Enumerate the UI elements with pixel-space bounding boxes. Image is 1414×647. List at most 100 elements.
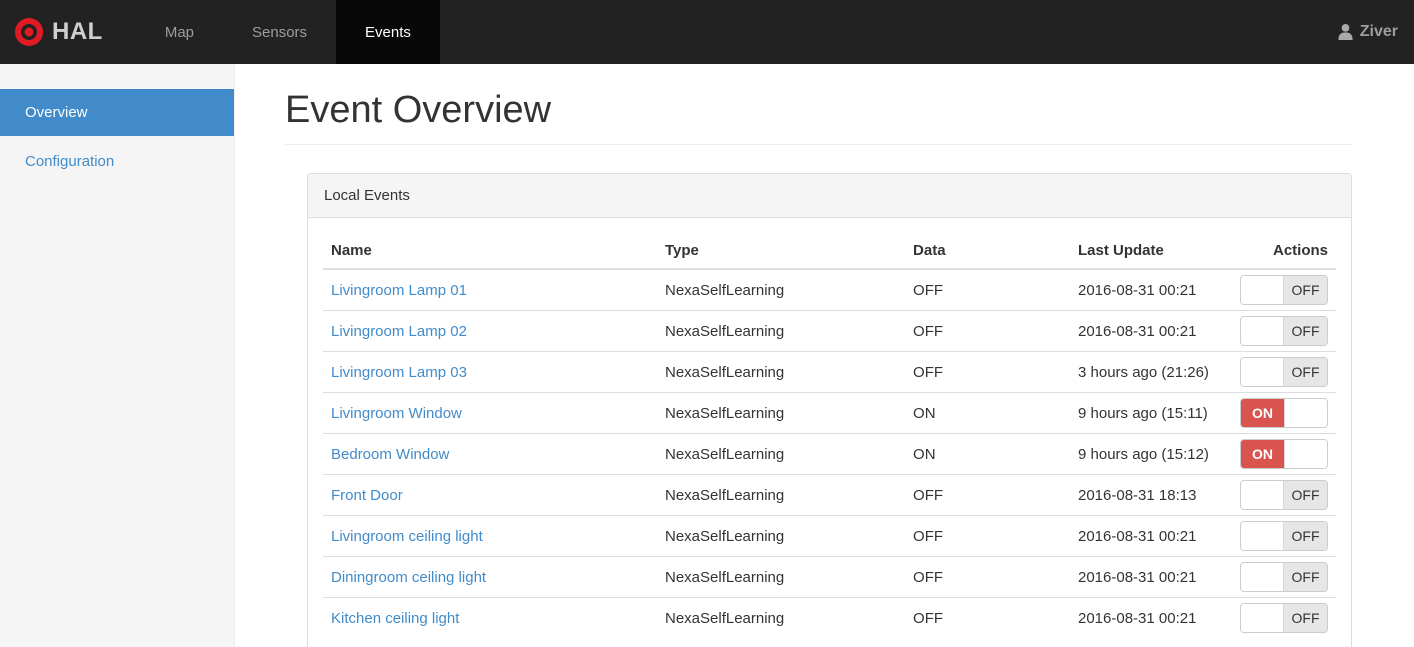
column-header-data: Data xyxy=(905,233,1070,270)
table-row: Livingroom Lamp 02 NexaSelfLearning OFF 201… xyxy=(323,310,1336,352)
event-data-cell: OFF xyxy=(905,474,1070,516)
panel-title: Local Events xyxy=(308,174,1351,218)
user-icon xyxy=(1337,23,1354,41)
table-row: Livingroom ceiling light NexaSelfLearning… xyxy=(323,515,1336,557)
toggle-switch-off[interactable]: OFF xyxy=(1240,480,1328,510)
switch-handle xyxy=(1241,604,1284,632)
event-name-link[interactable]: Livingroom Lamp 01 xyxy=(331,282,467,299)
events-table-body: Livingroom Lamp 01 NexaSelfLearning OFF 201… xyxy=(323,268,1336,638)
column-header-name: Name xyxy=(323,233,657,270)
switch-handle xyxy=(1241,522,1284,550)
table-row: Livingroom Lamp 01 NexaSelfLearning OFF 201… xyxy=(323,268,1336,311)
event-data-cell: OFF xyxy=(905,597,1070,638)
switch-handle xyxy=(1241,317,1284,345)
event-name-link[interactable]: Kitchen ceiling light xyxy=(331,610,459,627)
event-data-cell: ON xyxy=(905,392,1070,434)
event-last-update-cell: 2016-08-31 00:21 xyxy=(1070,268,1232,311)
sidebar-item-overview[interactable]: Overview xyxy=(0,89,234,136)
event-type-cell: NexaSelfLearning xyxy=(657,351,906,393)
switch-handle xyxy=(1284,399,1327,427)
navbar: HAL Map Sensors Events Ziver xyxy=(0,0,1414,64)
table-row: Livingroom Lamp 03 NexaSelfLearning OFF 3 h… xyxy=(323,351,1336,393)
panel-body: Name Type Data Last Update Actions Livin… xyxy=(308,218,1351,647)
column-header-type: Type xyxy=(657,233,906,270)
toggle-switch-off[interactable]: OFF xyxy=(1240,521,1328,551)
table-row: Diningroom ceiling light NexaSelfLearning… xyxy=(323,556,1336,598)
event-data-cell: OFF xyxy=(905,310,1070,352)
event-type-cell: NexaSelfLearning xyxy=(657,310,906,352)
event-type-cell: NexaSelfLearning xyxy=(657,474,906,516)
table-row: Livingroom Window NexaSelfLearning ON 9 hou… xyxy=(323,392,1336,434)
event-name-link[interactable]: Diningroom ceiling light xyxy=(331,569,486,586)
event-last-update-cell: 2016-08-31 00:21 xyxy=(1070,597,1232,638)
brand-title: HAL xyxy=(52,18,103,45)
event-last-update-cell: 2016-08-31 00:21 xyxy=(1070,556,1232,598)
event-name-link[interactable]: Front Door xyxy=(331,487,403,504)
hal-logo-bullseye-icon xyxy=(14,17,44,47)
event-last-update-cell: 9 hours ago (15:12) xyxy=(1070,433,1232,475)
toggle-switch-on[interactable]: ON xyxy=(1240,439,1328,469)
table-row: Front Door NexaSelfLearning OFF 2016-08-31 … xyxy=(323,474,1336,516)
switch-state-label: OFF xyxy=(1284,276,1327,304)
switch-state-label: ON xyxy=(1241,440,1284,468)
user-name: Ziver xyxy=(1359,23,1398,40)
toggle-switch-off[interactable]: OFF xyxy=(1240,357,1328,387)
event-type-cell: NexaSelfLearning xyxy=(657,268,906,311)
event-name-link[interactable]: Livingroom Window xyxy=(331,405,462,422)
switch-state-label: OFF xyxy=(1284,481,1327,509)
switch-handle xyxy=(1284,440,1327,468)
table-row: Kitchen ceiling light NexaSelfLearning OFF… xyxy=(323,597,1336,638)
event-last-update-cell: 9 hours ago (15:11) xyxy=(1070,392,1232,434)
switch-handle xyxy=(1241,563,1284,591)
switch-state-label: OFF xyxy=(1284,563,1327,591)
page-header: Event Overview xyxy=(285,89,1352,145)
nav-item-events[interactable]: Events xyxy=(336,0,440,64)
event-type-cell: NexaSelfLearning xyxy=(657,433,906,475)
event-type-cell: NexaSelfLearning xyxy=(657,597,906,638)
column-header-actions: Actions xyxy=(1231,233,1336,270)
page-title: Event Overview xyxy=(285,89,552,131)
event-name-link[interactable]: Livingroom ceiling light xyxy=(331,528,483,545)
event-last-update-cell: 2016-08-31 00:21 xyxy=(1070,515,1232,557)
switch-state-label: ON xyxy=(1241,399,1284,427)
toggle-switch-off[interactable]: OFF xyxy=(1240,275,1328,305)
main-content: Event Overview Local Events Name Type Da… xyxy=(235,64,1414,647)
table-header-row: Name Type Data Last Update Actions xyxy=(323,233,1336,270)
user-menu[interactable]: Ziver xyxy=(1321,0,1414,64)
event-data-cell: OFF xyxy=(905,556,1070,598)
nav-item-sensors[interactable]: Sensors xyxy=(223,0,336,64)
event-name-link[interactable]: Livingroom Lamp 03 xyxy=(331,364,467,381)
event-name-link[interactable]: Bedroom Window xyxy=(331,446,449,463)
switch-handle xyxy=(1241,276,1284,304)
event-type-cell: NexaSelfLearning xyxy=(657,392,906,434)
event-data-cell: OFF xyxy=(905,268,1070,311)
switch-state-label: OFF xyxy=(1284,522,1327,550)
sidebar: Overview Configuration xyxy=(0,64,235,647)
toggle-switch-off[interactable]: OFF xyxy=(1240,562,1328,592)
event-last-update-cell: 2016-08-31 00:21 xyxy=(1070,310,1232,352)
table-row: Bedroom Window NexaSelfLearning ON 9 hours … xyxy=(323,433,1336,475)
brand[interactable]: HAL xyxy=(0,0,118,64)
event-data-cell: ON xyxy=(905,433,1070,475)
event-name-link[interactable]: Livingroom Lamp 02 xyxy=(331,323,467,340)
column-header-last-update: Last Update xyxy=(1070,233,1232,270)
nav-item-map[interactable]: Map xyxy=(136,0,223,64)
switch-state-label: OFF xyxy=(1284,358,1327,386)
event-data-cell: OFF xyxy=(905,351,1070,393)
switch-handle xyxy=(1241,481,1284,509)
main-nav: Map Sensors Events xyxy=(136,0,440,64)
event-data-cell: OFF xyxy=(905,515,1070,557)
event-last-update-cell: 3 hours ago (21:26) xyxy=(1070,351,1232,393)
switch-state-label: OFF xyxy=(1284,317,1327,345)
switch-handle xyxy=(1241,358,1284,386)
events-table: Name Type Data Last Update Actions Livin… xyxy=(323,233,1336,638)
toggle-switch-on[interactable]: ON xyxy=(1240,398,1328,428)
toggle-switch-off[interactable]: OFF xyxy=(1240,603,1328,633)
toggle-switch-off[interactable]: OFF xyxy=(1240,316,1328,346)
local-events-panel: Local Events Name Type Data Last Update … xyxy=(307,173,1352,647)
event-type-cell: NexaSelfLearning xyxy=(657,556,906,598)
switch-state-label: OFF xyxy=(1284,604,1327,632)
event-last-update-cell: 2016-08-31 18:13 xyxy=(1070,474,1232,516)
event-type-cell: NexaSelfLearning xyxy=(657,515,906,557)
sidebar-item-configuration[interactable]: Configuration xyxy=(0,138,234,185)
